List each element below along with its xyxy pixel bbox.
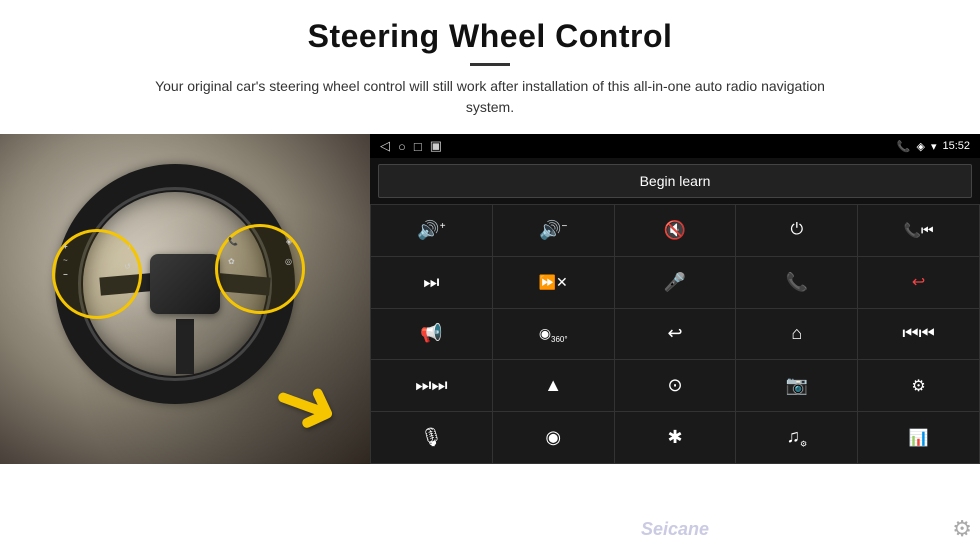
right-button-circle: 📞 ◈ ✿ ◎ xyxy=(215,224,305,314)
subtitle: Your original car's steering wheel contr… xyxy=(140,76,840,118)
sw-spoke-bottom xyxy=(176,319,194,374)
power-icon: ⏻ xyxy=(790,221,803,239)
horn-button[interactable]: 📢 xyxy=(371,309,492,360)
prev-track-button[interactable]: ⏮⏮ xyxy=(858,309,979,360)
status-bar: ◁ ○ □ ▣ 📞 ◈ ▾ 15:52 xyxy=(370,134,980,158)
title-divider xyxy=(470,63,510,66)
sw-hub xyxy=(150,254,220,314)
phone-status-icon: 📞 xyxy=(897,140,911,153)
mute-icon: 🔇 xyxy=(664,220,686,241)
status-time: 15:52 xyxy=(942,140,970,152)
prev-phone-icon: 📞⏮ xyxy=(904,222,934,239)
android-panel-wrapper: ◁ ○ □ ▣ 📞 ◈ ▾ 15:52 Begin learn xyxy=(370,134,980,548)
begin-learn-row: Begin learn xyxy=(370,158,980,204)
header: Steering Wheel Control Your original car… xyxy=(0,0,980,124)
page-title: Steering Wheel Control xyxy=(40,18,940,55)
status-right-icons: 📞 ◈ ▾ 15:52 xyxy=(897,140,970,153)
back-button[interactable]: ↩ xyxy=(615,309,736,360)
navigate-button[interactable]: ▲ xyxy=(493,360,614,411)
eq-settings-icon: ⚙ xyxy=(911,376,925,396)
camera-360-button[interactable]: ◉360° xyxy=(493,309,614,360)
music-icon: ♫⚙ xyxy=(786,426,807,449)
camera-button[interactable]: 📷 xyxy=(736,360,857,411)
vol-up-icon: 🔊+ xyxy=(417,220,445,241)
hang-up-button[interactable]: ↩ xyxy=(858,257,979,308)
mic-icon: 🎤 xyxy=(664,272,686,293)
content-area: + ~ − ♪ ↺ 📞 ◈ ✿ ◎ ➜ ◁ xyxy=(0,134,980,548)
music-button[interactable]: ♫⚙ xyxy=(736,412,857,463)
equalizer-button[interactable]: 📊 xyxy=(858,412,979,463)
location-status-icon: ◈ xyxy=(916,140,924,153)
horn-icon: 📢 xyxy=(420,323,442,344)
android-panel: ◁ ○ □ ▣ 📞 ◈ ▾ 15:52 Begin learn xyxy=(370,134,980,464)
next-button[interactable]: ⏭ xyxy=(371,257,492,308)
page: Steering Wheel Control Your original car… xyxy=(0,0,980,548)
navigate-icon: ▲ xyxy=(544,375,562,396)
camera-icon: 📷 xyxy=(786,375,808,396)
recent-nav-icon[interactable]: □ xyxy=(414,139,422,154)
mute-button[interactable]: 🔇 xyxy=(615,205,736,256)
vol-down-button[interactable]: 🔊− xyxy=(493,205,614,256)
status-left-icons: ◁ ○ □ ▣ xyxy=(380,138,442,154)
power-button[interactable]: ⏻ xyxy=(736,205,857,256)
call-icon: 📞 xyxy=(786,272,808,293)
equalizer-icon: 📊 xyxy=(909,428,929,448)
control-grid: 🔊+ 🔊− 🔇 ⏻ 📞⏮ ⏭ xyxy=(370,204,980,464)
steering-wheel-image: + ~ − ♪ ↺ 📞 ◈ ✿ ◎ ➜ xyxy=(0,134,370,464)
call-button[interactable]: 📞 xyxy=(736,257,857,308)
eject-button[interactable]: ⊙ xyxy=(615,360,736,411)
bluetooth-icon: ✱ xyxy=(667,427,682,448)
dial-button[interactable]: ◉ xyxy=(493,412,614,463)
fast-forward-button[interactable]: ⏭⏭ xyxy=(371,360,492,411)
seicane-watermark: Seicane xyxy=(641,519,709,540)
settings-gear-icon[interactable]: ⚙ xyxy=(952,516,972,542)
hang-up-icon: ↩ xyxy=(912,272,925,292)
signal-icon: ▣ xyxy=(430,138,442,154)
home-button[interactable]: ⌂ xyxy=(736,309,857,360)
camera-360-icon: ◉360° xyxy=(539,325,568,344)
back-nav-icon[interactable]: ◁ xyxy=(380,138,390,154)
home-nav-icon[interactable]: ○ xyxy=(398,139,406,154)
back-icon: ↩ xyxy=(667,323,682,344)
mic2-button[interactable]: 🎙 xyxy=(371,412,492,463)
ff-cancel-icon: ⏩✕ xyxy=(539,274,568,291)
dial-icon: ◉ xyxy=(545,427,561,448)
eq-settings-button[interactable]: ⚙ xyxy=(858,360,979,411)
mic2-icon: 🎙 xyxy=(420,427,443,448)
prev-track-icon: ⏮⏮ xyxy=(902,323,934,344)
home-icon: ⌂ xyxy=(791,323,802,344)
mic-button[interactable]: 🎤 xyxy=(615,257,736,308)
fast-forward-icon: ⏭⏭ xyxy=(415,375,447,396)
wifi-status-icon: ▾ xyxy=(931,140,937,153)
vol-down-icon: 🔊− xyxy=(539,220,567,241)
left-button-circle: + ~ − ♪ ↺ xyxy=(52,229,142,319)
next-icon: ⏭ xyxy=(423,272,439,293)
bluetooth-button[interactable]: ✱ xyxy=(615,412,736,463)
eject-icon: ⊙ xyxy=(667,375,682,396)
prev-track-phone-button[interactable]: 📞⏮ xyxy=(858,205,979,256)
begin-learn-button[interactable]: Begin learn xyxy=(378,164,972,198)
ff-cancel-button[interactable]: ⏩✕ xyxy=(493,257,614,308)
vol-up-button[interactable]: 🔊+ xyxy=(371,205,492,256)
